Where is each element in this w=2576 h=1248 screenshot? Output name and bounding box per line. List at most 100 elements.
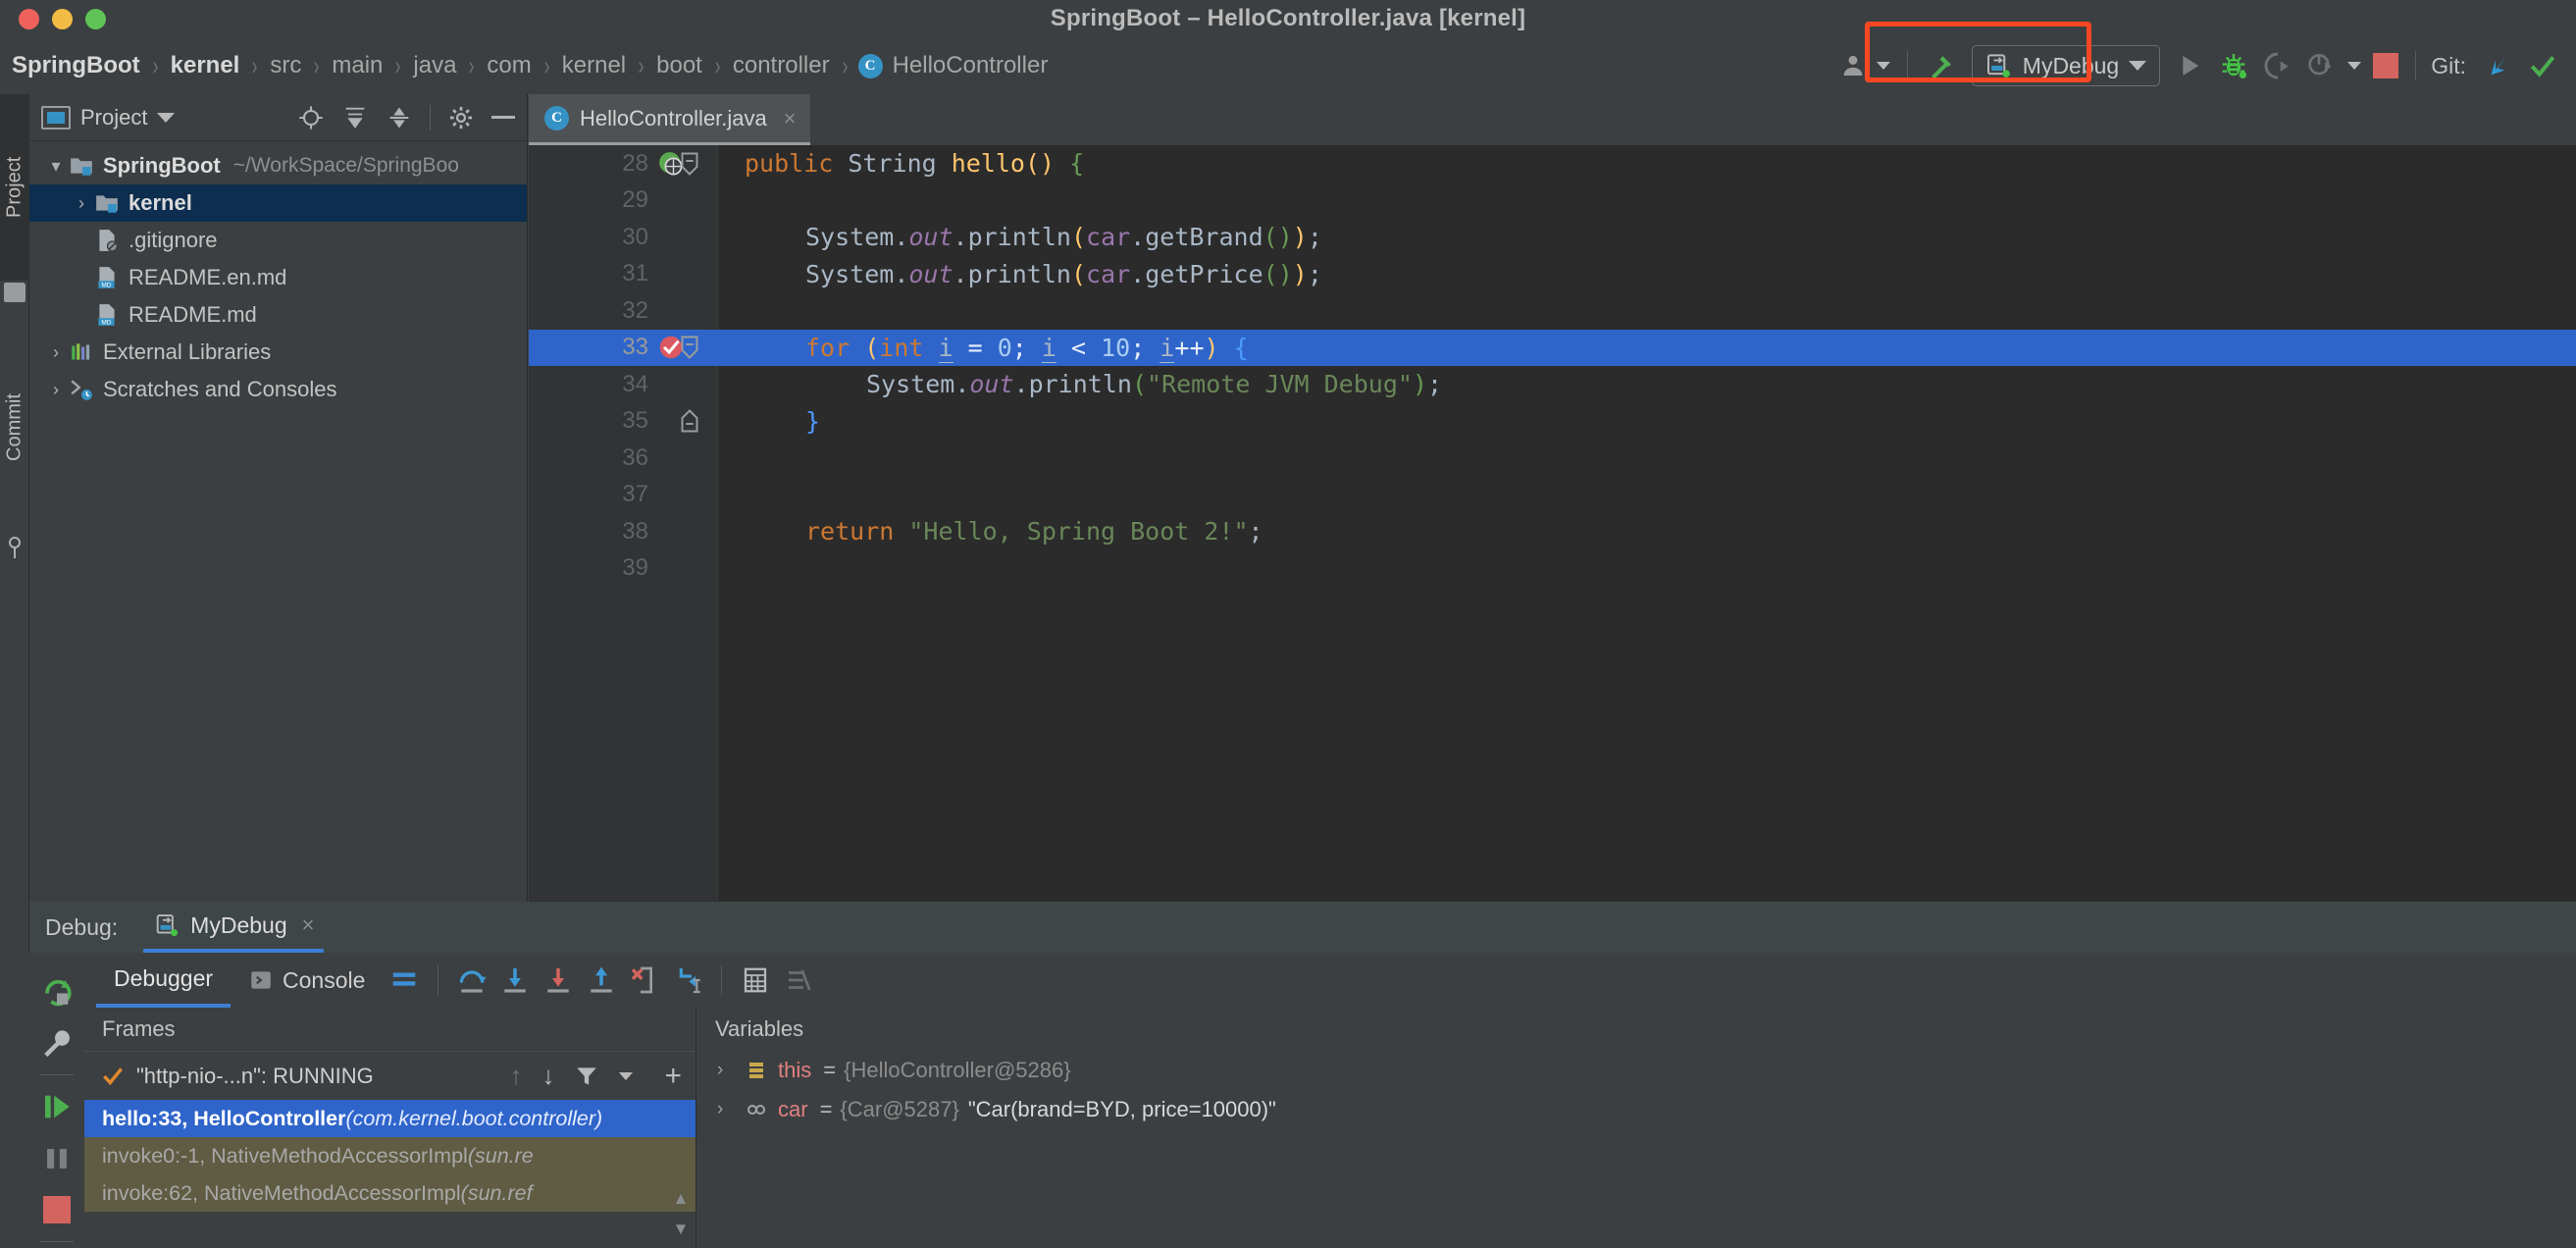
code-line-28[interactable]: 28 public String hello() { [529,145,2576,182]
drop-frame-button[interactable] [623,953,666,1008]
code-lines[interactable]: 28 public String hello() {29 30 System.out.… [529,145,2576,902]
fold-collapse-icon[interactable] [678,333,701,362]
layout-settings-button[interactable] [383,953,426,1008]
chevron-right-icon[interactable]: › [717,1060,745,1081]
locate-target-icon[interactable] [297,104,325,131]
chevron-right-icon[interactable]: › [43,342,69,363]
stop-button[interactable] [2367,37,2404,94]
breadcrumb-item-springboot[interactable]: SpringBoot [10,52,142,79]
editor-tab-hellocontroller[interactable]: C HelloController.java × [529,94,810,145]
code-line-29[interactable]: 29 [529,182,2576,220]
breadcrumb-item-java[interactable]: java [411,52,458,79]
run-with-coverage-button[interactable] [2256,37,2299,94]
gear-icon[interactable] [447,104,475,131]
step-into-button[interactable] [493,953,537,1008]
breadcrumb-item-src[interactable]: src [268,52,303,79]
frames-scrollbar[interactable]: ▲ ▼ [666,1184,696,1248]
resume-program-button[interactable] [29,1081,84,1132]
collapse-all-icon[interactable] [386,104,413,131]
run-configuration-selector[interactable]: MyDebug [1971,45,2161,86]
variable-row-car[interactable]: › car = {Car@5287} "Car(brand=BYD, price… [697,1090,2576,1129]
tree-row-scratches[interactable]: › Scratches and Consoles [29,371,527,408]
code-line-31[interactable]: 31 System.out.println(car.getPrice()); [529,256,2576,293]
run-to-cursor-button[interactable] [666,953,709,1008]
code-line-38[interactable]: 38 return "Hello, Spring Boot 2!"; [529,513,2576,550]
code-line-34[interactable]: 34 System.out.println("Remote JVM Debug")… [529,366,2576,403]
tree-row-readme[interactable]: MD README.md [29,296,527,334]
hide-minus-icon[interactable] [491,116,515,119]
force-step-into-button[interactable] [537,953,580,1008]
run-button[interactable] [2168,37,2211,94]
step-over-icon [460,970,488,993]
tab-console[interactable]: Console [231,953,383,1008]
stop-debug-button[interactable] [29,1184,84,1235]
evaluate-expression-button[interactable] [734,953,777,1008]
code-line-36[interactable]: 36 [529,440,2576,477]
debug-button[interactable] [2211,37,2256,94]
code-line-30[interactable]: 30 System.out.println(car.getBrand()); [529,219,2576,256]
scroll-up-icon[interactable]: ▲ [666,1184,696,1214]
chevron-down-icon[interactable] [619,1071,634,1080]
scroll-down-icon[interactable]: ▼ [666,1215,696,1244]
breadcrumb-item-boot[interactable]: boot [654,52,704,79]
plus-icon[interactable]: + [664,1061,682,1091]
stop-icon [2373,53,2399,78]
sidebar-item-project[interactable]: Project [0,94,29,281]
frame-row-invoke[interactable]: invoke:62, NativeMethodAccessorImpl (sun… [84,1174,696,1212]
build-project-button[interactable] [1919,37,1964,94]
debug-settings-button[interactable] [29,1017,84,1068]
user-avatar-button[interactable] [1832,37,1896,94]
debug-bug-icon [2222,53,2247,79]
breadcrumb-item-kernel2[interactable]: kernel [560,52,628,79]
tab-debugger[interactable]: Debugger [96,953,232,1008]
fold-collapse-icon[interactable] [678,149,701,179]
frame-row-selected[interactable]: hello:33, HelloController (com.kernel.bo… [84,1100,696,1137]
mute-breakpoints-icon [789,969,811,991]
close-icon[interactable]: × [302,912,315,938]
frames-thread-selector[interactable]: "http-nio-...n": RUNNING ↑ ↓ + [84,1051,696,1100]
arrow-down-icon[interactable]: ↓ [541,1061,554,1091]
breadcrumb-item-com[interactable]: com [485,52,533,79]
editor-tabs-bar: C HelloController.java × [529,94,2576,145]
expand-all-icon[interactable] [341,104,369,131]
profiler-button[interactable] [2299,37,2367,94]
side-divider [40,1241,74,1242]
code-line-39[interactable]: 39 [529,550,2576,588]
code-editor[interactable]: 28 public String hello() {29 30 System.out.… [529,145,2576,902]
code-line-33[interactable]: 33 for (int i = 0; i < 10; i++) { [529,329,2576,366]
git-update-project-button[interactable] [2478,37,2521,94]
breadcrumb-item-main[interactable]: main [330,52,385,79]
mute-breakpoints-button[interactable] [777,953,820,1008]
chevron-down-icon[interactable]: ▾ [43,156,69,177]
close-icon[interactable]: × [784,106,797,131]
frame-row-text: invoke0:-1, NativeMethodAccessorImpl [102,1143,468,1168]
breadcrumb-item-hellocontroller[interactable]: HelloController [891,52,1051,79]
code-line-35[interactable]: 35} [529,403,2576,441]
pause-program-button[interactable] [29,1133,84,1184]
chevron-right-icon[interactable]: › [43,380,69,400]
code-line-32[interactable]: 32 [529,292,2576,330]
step-over-button[interactable] [450,953,493,1008]
tree-row-readme-en[interactable]: MD README.en.md [29,259,527,296]
tree-row-external-libraries[interactable]: › External Libraries [29,334,527,371]
git-commit-button[interactable] [2521,37,2576,94]
tree-row-springboot[interactable]: ▾ SpringBoot ~/WorkSpace/SpringBoo [29,147,527,184]
chevron-right-icon[interactable]: › [69,193,94,214]
rerun-button[interactable] [29,966,84,1017]
breadcrumb-item-kernel[interactable]: kernel [169,52,242,79]
fold-end-icon[interactable] [678,406,701,436]
code-line-37[interactable]: 37 [529,477,2576,514]
arrow-up-icon[interactable]: ↑ [509,1061,522,1091]
debug-session-tab[interactable]: MyDebug × [143,902,325,953]
variable-row-this[interactable]: › this = {HelloController@5286} [697,1051,2576,1090]
frame-row-invoke0[interactable]: invoke0:-1, NativeMethodAccessorImpl (su… [84,1137,696,1174]
chevron-down-icon[interactable] [157,112,176,123]
step-out-button[interactable] [580,953,623,1008]
step-out-icon [591,966,613,993]
filter-icon[interactable] [574,1064,599,1089]
chevron-right-icon[interactable]: › [717,1099,745,1120]
breadcrumb-item-controller[interactable]: controller [731,52,832,79]
tree-row-gitignore[interactable]: .gitignore [29,222,527,259]
tree-row-kernel[interactable]: › kernel [29,184,527,222]
sidebar-item-commit[interactable]: Commit [0,330,29,526]
